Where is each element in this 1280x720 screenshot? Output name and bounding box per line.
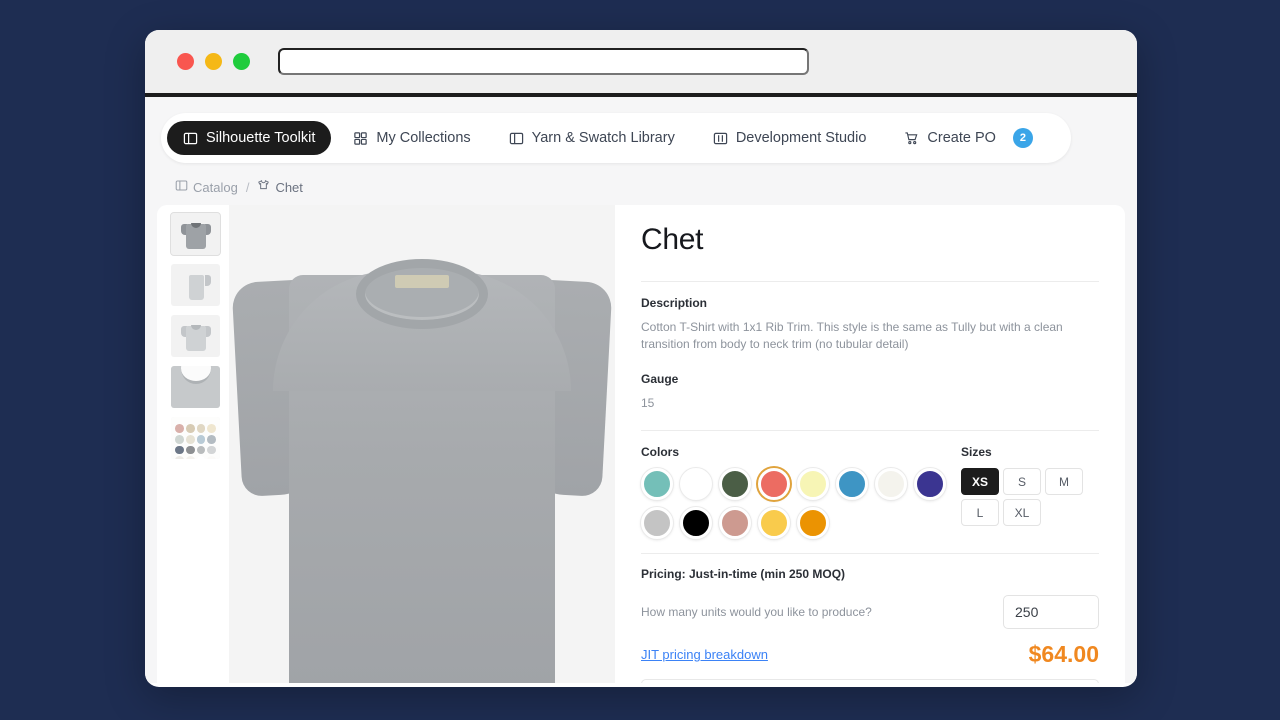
colors-label: Colors xyxy=(641,445,680,460)
sizes-label: Sizes xyxy=(961,445,992,460)
pricing-title: Pricing: Just-in-time (min 250 MOQ) xyxy=(641,567,846,582)
description-text: Cotton T-Shirt with 1x1 Rib Trim. This s… xyxy=(641,320,1063,352)
color-swatch-black[interactable] xyxy=(680,507,712,540)
sliders-panel-icon xyxy=(713,131,728,146)
nav-item-silhouette-toolkit[interactable]: Silhouette Toolkit xyxy=(167,121,332,155)
nav-item-development-studio[interactable]: Development Studio xyxy=(697,121,883,155)
thumbnail-strip xyxy=(157,205,229,683)
nav-item-label: Create PO xyxy=(927,130,996,146)
maximize-window-button[interactable] xyxy=(233,53,250,70)
tshirt-icon xyxy=(257,179,270,195)
size-button-s[interactable]: S xyxy=(1003,468,1041,496)
description-label: Description xyxy=(641,296,708,310)
colors-and-sizes-row: Colors Sizes XS S M L XL xyxy=(641,431,1099,543)
gauge-section: Gauge 15 xyxy=(641,358,1099,416)
jit-pricing-breakdown-link[interactable]: JIT pricing breakdown xyxy=(641,647,768,662)
color-swatch-sea-green[interactable] xyxy=(641,468,673,501)
product-hero-image[interactable] xyxy=(229,205,615,683)
panel-layout-icon xyxy=(183,131,198,146)
url-input[interactable] xyxy=(278,48,809,75)
thumbnail-side-view[interactable] xyxy=(171,264,220,306)
tshirt-front-thumb-icon xyxy=(180,221,211,249)
tshirt-back-thumb-icon xyxy=(180,323,211,351)
total-price: $64.00 xyxy=(1028,641,1099,668)
breadcrumb-item-catalog[interactable]: Catalog xyxy=(175,179,238,195)
price-row: JIT pricing breakdown $64.00 xyxy=(641,641,1099,668)
browser-titlebar xyxy=(145,30,1137,97)
book-panel-icon xyxy=(509,131,524,146)
color-chart-thumb-icon xyxy=(171,417,220,459)
quantity-input[interactable] xyxy=(1003,595,1099,630)
nav-pill: Silhouette Toolkit My Collections Yarn &… xyxy=(161,113,1071,163)
tshirt-photo xyxy=(231,229,613,683)
nav-item-label: Development Studio xyxy=(735,130,867,146)
nav-item-create-po[interactable]: Create PO 2 xyxy=(888,119,1049,157)
size-button-group: XS S M L XL xyxy=(961,468,1099,527)
neck-detail-thumb-icon xyxy=(171,366,220,408)
color-swatch-golden-yellow[interactable] xyxy=(758,507,790,540)
size-button-xs[interactable]: XS xyxy=(961,468,999,496)
color-swatch-forest-green[interactable] xyxy=(719,468,751,501)
color-swatch-ocean-blue[interactable] xyxy=(836,468,868,501)
nav-item-yarn-swatch-library[interactable]: Yarn & Swatch Library xyxy=(493,121,691,155)
shopping-cart-icon xyxy=(904,131,919,146)
breadcrumb-chet-label: Chet xyxy=(275,179,303,195)
description-section: Description Cotton T-Shirt with 1x1 Rib … xyxy=(641,282,1099,358)
create-po-count-badge: 2 xyxy=(1012,128,1033,148)
quantity-row: How many units would you like to produce… xyxy=(641,595,1099,630)
color-swatch-ivory[interactable] xyxy=(875,468,907,501)
product-details-pane: Chet Description Cotton T-Shirt with 1x1… xyxy=(615,205,1125,683)
close-window-button[interactable] xyxy=(177,53,194,70)
color-swatch-indigo-violet[interactable] xyxy=(914,468,946,501)
size-button-l[interactable]: L xyxy=(961,499,999,527)
color-swatch-white[interactable] xyxy=(680,468,712,501)
pricing-section: Pricing: Just-in-time (min 250 MOQ) How … xyxy=(641,554,1099,683)
thumbnail-front-view[interactable] xyxy=(170,212,221,256)
gauge-value: 15 xyxy=(641,395,655,410)
nav-item-my-collections[interactable]: My Collections xyxy=(337,121,486,155)
panel-layout-icon xyxy=(175,179,188,195)
top-navigation: Silhouette Toolkit My Collections Yarn &… xyxy=(145,97,1137,163)
traffic-lights xyxy=(177,53,250,70)
gauge-label: Gauge xyxy=(641,371,679,386)
thumbnail-neck-detail-view[interactable] xyxy=(171,366,220,408)
colors-section: Colors xyxy=(641,445,961,540)
tshirt-side-thumb-icon xyxy=(181,272,211,300)
color-swatch-amber-orange[interactable] xyxy=(797,507,829,540)
sizes-section: Sizes XS S M L XL xyxy=(961,445,1099,539)
minimize-window-button[interactable] xyxy=(205,53,222,70)
color-swatch-pale-yellow[interactable] xyxy=(797,468,829,501)
breadcrumb-separator: / xyxy=(245,179,250,195)
color-swatch-coral-red[interactable] xyxy=(758,468,790,501)
browser-window: Silhouette Toolkit My Collections Yarn &… xyxy=(145,30,1137,687)
breadcrumb: Catalog / Chet xyxy=(145,163,1137,195)
product-detail-card: Chet Description Cotton T-Shirt with 1x1… xyxy=(157,205,1125,683)
thumbnail-color-chart-view[interactable] xyxy=(171,417,220,459)
color-swatch-light-grey[interactable] xyxy=(641,507,673,540)
nav-item-label: Yarn & Swatch Library xyxy=(531,130,675,146)
size-button-m[interactable]: M xyxy=(1045,468,1083,496)
thumbnail-back-view[interactable] xyxy=(171,315,220,357)
quantity-question: How many units would you like to produce… xyxy=(641,605,872,620)
breadcrumb-catalog-label: Catalog xyxy=(193,179,238,195)
grid-squares-icon xyxy=(353,131,368,146)
page-title: Chet xyxy=(641,223,704,256)
breadcrumb-item-chet[interactable]: Chet xyxy=(257,179,303,195)
size-button-xl[interactable]: XL xyxy=(1003,499,1041,527)
color-swatch-dusty-rose[interactable] xyxy=(719,507,751,540)
app-viewport: Silhouette Toolkit My Collections Yarn &… xyxy=(145,97,1137,683)
add-to-just-in-time-po-button[interactable]: Add to Just-in-time PO xyxy=(641,679,1099,683)
nav-item-label: My Collections xyxy=(376,130,471,146)
nav-item-label: Silhouette Toolkit xyxy=(206,130,316,146)
color-swatch-list xyxy=(641,468,953,540)
